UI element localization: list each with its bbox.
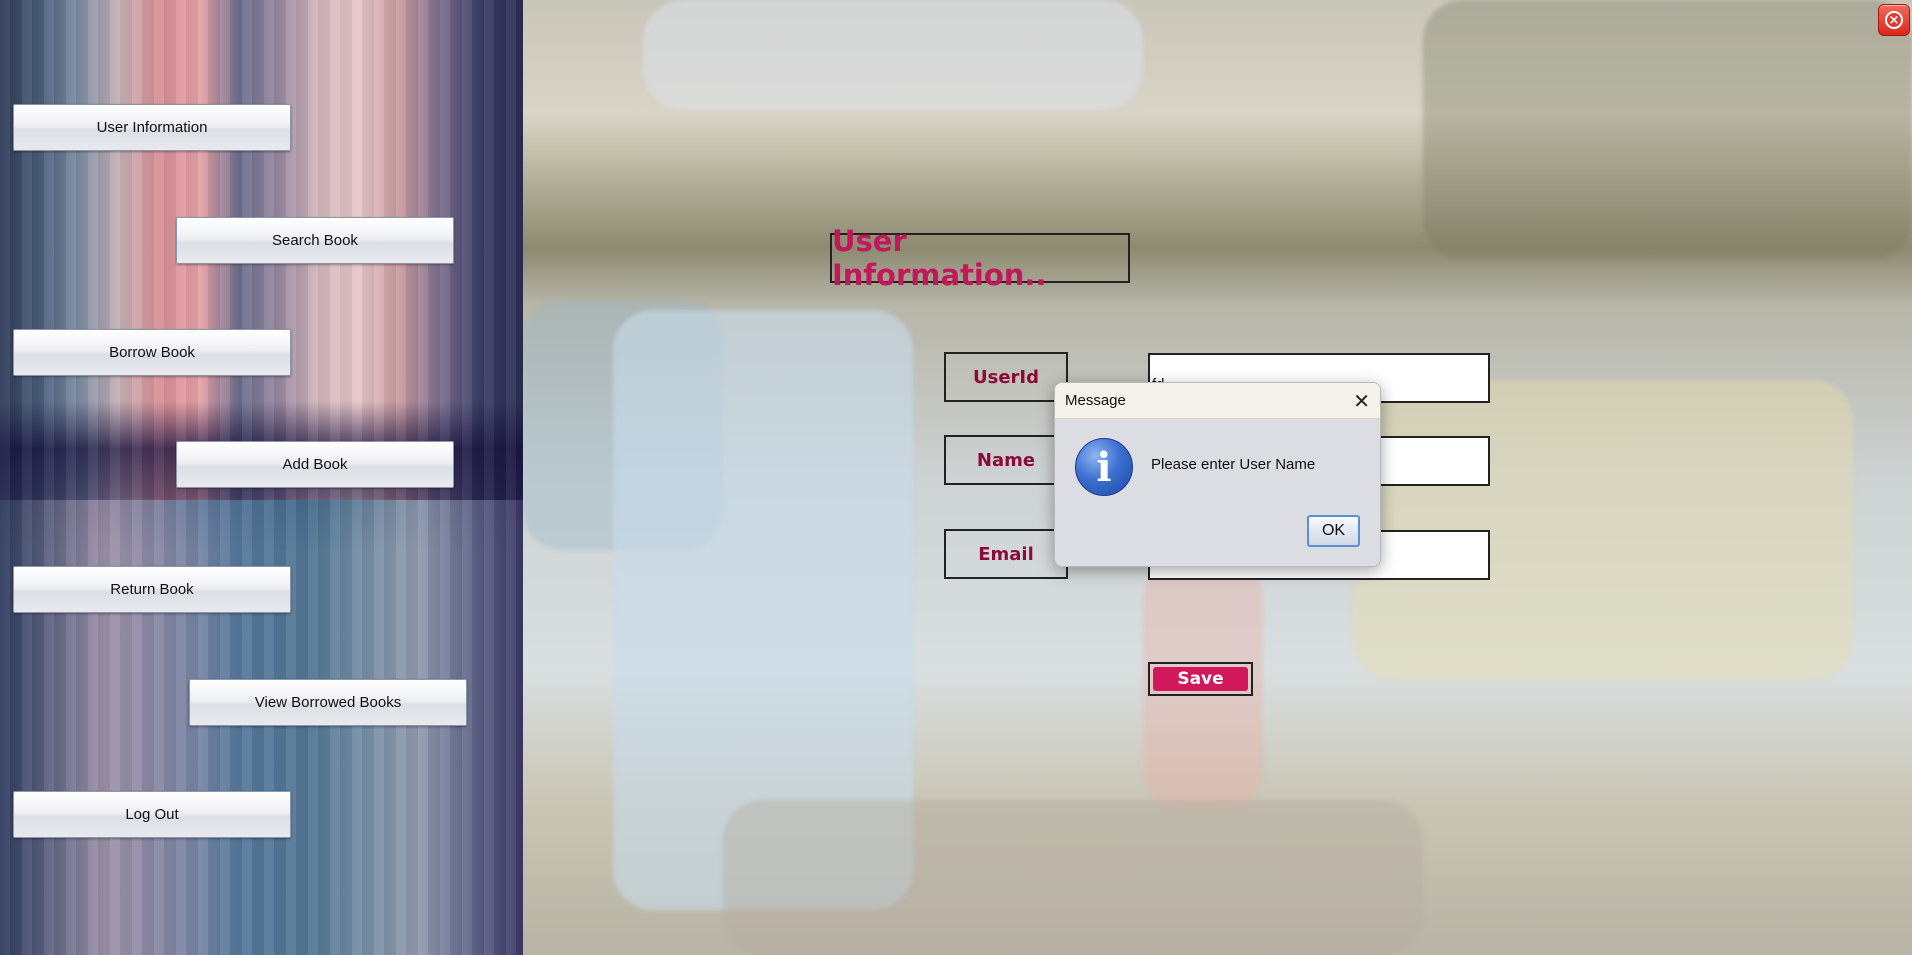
close-icon: × <box>1885 11 1903 29</box>
page-title: User Information.. <box>830 224 1130 292</box>
email-label: Email <box>944 529 1068 579</box>
dialog-titlebar: Message ✕ <box>1055 383 1380 419</box>
nav-button-label: Add Book <box>282 456 348 473</box>
nav-button-label: Search Book <box>272 232 358 249</box>
search-book-button[interactable]: Search Book <box>176 217 454 264</box>
dialog-message: Please enter User Name <box>1151 456 1316 473</box>
view-borrowed-books-button[interactable]: View Borrowed Books <box>189 679 467 726</box>
log-out-button[interactable]: Log Out <box>13 791 291 838</box>
user-information-button[interactable]: User Information <box>13 104 291 151</box>
nav-button-label: View Borrowed Books <box>254 694 402 711</box>
nav-button-label: Log Out <box>125 806 179 823</box>
nav-button-label: User Information <box>96 119 208 136</box>
nav-button-label: Borrow Book <box>109 344 195 361</box>
save-button[interactable]: Save <box>1148 662 1253 696</box>
dialog-title: Message <box>1065 392 1126 409</box>
nav-button-label: Return Book <box>110 581 194 598</box>
borrow-book-button[interactable]: Borrow Book <box>13 329 291 376</box>
add-book-button[interactable]: Add Book <box>176 441 454 488</box>
ok-button[interactable]: OK <box>1307 515 1360 547</box>
save-button-label: Save <box>1153 667 1248 691</box>
userid-label: UserId <box>944 352 1068 402</box>
dialog-close-icon[interactable]: ✕ <box>1353 391 1370 411</box>
message-dialog: Message ✕ i Please enter User Name OK <box>1054 382 1381 567</box>
ok-button-label: OK <box>1321 522 1346 539</box>
window-close-button[interactable]: × <box>1878 4 1910 36</box>
info-icon: i <box>1075 438 1133 496</box>
return-book-button[interactable]: Return Book <box>13 566 291 613</box>
name-label: Name <box>944 435 1068 485</box>
